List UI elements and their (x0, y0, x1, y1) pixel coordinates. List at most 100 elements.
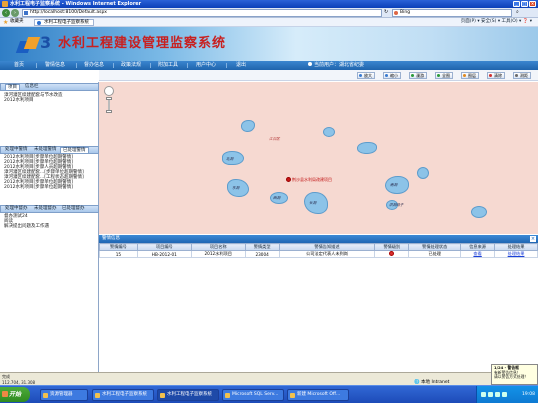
current-user-label: 当前用户：湖北省纪委 (314, 62, 365, 68)
tab-alerts-processing[interactable]: 处理中警情 (3, 147, 30, 153)
taskbar-item[interactable]: 新建 Microsoft Off... (287, 389, 349, 401)
refresh-icon[interactable]: ↻ (384, 9, 388, 15)
tray-icon[interactable] (502, 392, 507, 397)
map-zoom-control[interactable] (104, 86, 114, 114)
taskbar-item[interactable]: 水利工程电子监察系统 (92, 389, 154, 401)
result-link[interactable]: 处理结果 (508, 251, 525, 256)
pan-icon (411, 74, 414, 77)
view-source-link[interactable]: 查看 (473, 251, 481, 256)
table-row[interactable]: 15 HB-2012-01 2012水利项目 23004 公司法定代表人未到岗 … (99, 250, 538, 258)
menu-policies[interactable]: 政策法规 (121, 61, 141, 70)
full-extent-button[interactable]: 全图 (435, 72, 453, 79)
system-logo: 3 (15, 35, 54, 55)
start-button[interactable]: 开始 (0, 387, 30, 402)
clock: 19:08 (522, 392, 535, 397)
cell-source: 查看 (460, 250, 496, 258)
left-panel: 项目 信息栏 漳河灌区续建配套与节水改造 2012水利项目 处理中警情 未处理警… (0, 82, 99, 372)
zoom-out-label: 缩小 (390, 73, 398, 78)
column-header[interactable]: 处理结果 (494, 243, 538, 251)
clear-icon (489, 74, 492, 77)
notification-balloon[interactable]: 1/24 - 警告框 有新警告信息！ 请以警告方式处理！ (491, 364, 538, 385)
lake-shape (471, 206, 487, 218)
close-icon[interactable]: × (530, 236, 536, 242)
zoom-out-button[interactable]: 缩小 (383, 72, 401, 79)
back-icon[interactable]: ‹ (2, 9, 10, 17)
favorites-label[interactable]: 收藏夹 (10, 18, 24, 26)
map-label: 西湖 (273, 196, 281, 200)
alert-item[interactable]: 2012水利项目[步骤单位超期警情] (4, 185, 73, 190)
menu-alerts[interactable]: 警情信息 (45, 61, 65, 70)
minimize-button[interactable]: _ (513, 1, 520, 7)
taskbar-item[interactable]: 水利工程电子监察系统 (157, 389, 219, 401)
tab-info[interactable]: 信息栏 (23, 84, 41, 90)
column-header[interactable]: 信息来源 (460, 243, 496, 251)
search-icon[interactable]: ⌕ (516, 9, 519, 15)
zoom-plus-icon[interactable] (106, 97, 112, 100)
project-marker-icon[interactable] (286, 177, 291, 182)
lake-shape (417, 167, 429, 179)
layer-icon (463, 74, 466, 77)
tab-supervision-processed[interactable]: 已处理督办 (60, 206, 87, 212)
tab-ie-icon (37, 21, 41, 25)
address-input[interactable]: http://localhost:8100/Default.aspx (22, 9, 382, 17)
address-text: http://localhost:8100/Default.aspx (30, 10, 107, 15)
supervision-item[interactable]: 解决提出问题及工作遇 (4, 224, 49, 229)
menu-home[interactable]: 首页 (14, 61, 24, 70)
close-button[interactable]: × (529, 1, 536, 7)
favorites-star-icon[interactable]: ★ (3, 19, 8, 26)
taskbar-item-label: Microsoft SQL Serv... (232, 392, 279, 397)
layer-button[interactable]: 图层 (461, 72, 479, 79)
system-tray: 19:08 (476, 386, 538, 403)
column-header[interactable]: 警情级别 (374, 243, 410, 251)
tab-alerts-unprocessed[interactable]: 未处理警情 (32, 147, 59, 153)
alert-grid-title: 警情信息 × (99, 235, 538, 243)
column-header[interactable]: 警情类型 (244, 243, 280, 251)
map-label: 洪湖湾子 (389, 203, 404, 207)
zoom-minus-icon[interactable] (106, 110, 112, 113)
taskbar-item[interactable]: Microsoft SQL Serv... (222, 389, 284, 401)
taskbar-item[interactable]: 资源管理器 (40, 389, 88, 401)
tab-alerts-processed[interactable]: 已处理警情 (60, 147, 89, 153)
search-input[interactable]: Bing (392, 9, 512, 17)
measure-button[interactable]: 测距 (513, 72, 531, 79)
column-header[interactable]: 警情处理状态 (408, 243, 462, 251)
cell-result: 处理结果 (494, 250, 538, 258)
supervision-panel-header: 处理中督办 未处理督办 已处理督办 (0, 205, 99, 213)
ie-icon (2, 1, 8, 7)
map-label: 东湖 (232, 186, 240, 190)
tab-projects[interactable]: 项目 (5, 84, 20, 90)
forward-icon[interactable]: › (11, 9, 19, 17)
column-header[interactable]: 项目名称 (190, 243, 246, 251)
table-header-row: 警情编号 项目编号 项目名称 警情类型 警情告知描述 警情级别 警情处理状态 信… (99, 243, 538, 251)
menu-user-center[interactable]: 用户中心 (196, 61, 216, 70)
map-view[interactable]: 江汉区 北湖 东湖 西湖 长湖 南湖 洪湖湾子 荆沙县水利局改建项目 (99, 82, 538, 234)
map-label: 北湖 (226, 157, 234, 161)
menu-tools[interactable]: 附加工具 (158, 61, 178, 70)
pan-control-icon[interactable] (104, 86, 114, 96)
tab-supervision-unprocessed[interactable]: 未处理督办 (32, 206, 59, 212)
tray-icon[interactable] (488, 392, 493, 397)
current-user: 当前用户：湖北省纪委 (308, 61, 364, 70)
project-item[interactable]: 2012水利项目 (4, 98, 33, 103)
sql-icon (225, 393, 230, 398)
tray-icon[interactable] (481, 392, 486, 397)
map-label: 南湖 (390, 183, 398, 187)
browser-tab[interactable]: 水利工程电子监察系统 (34, 19, 94, 26)
column-header[interactable]: 警情告知描述 (278, 243, 376, 251)
clear-button[interactable]: 清除 (487, 72, 505, 79)
lake-shape (357, 142, 377, 154)
alert-panel-header: 处理中警情 未处理警情 已处理警情 (0, 146, 99, 154)
pan-button[interactable]: 漫游 (409, 72, 427, 79)
column-header[interactable]: 警情编号 (99, 243, 138, 251)
tab-supervision-processing[interactable]: 处理中督办 (3, 206, 30, 212)
menu-logout[interactable]: 退出 (236, 61, 246, 70)
tray-icon[interactable] (495, 392, 500, 397)
browser-tab-title: 水利工程电子监察系统 (44, 20, 89, 25)
zoom-in-button[interactable]: 放大 (357, 72, 375, 79)
maximize-button[interactable]: □ (521, 1, 528, 7)
command-bar[interactable]: 页面(P) ▾ 安全(S) ▾ 工具(O) ▾ ❓ ▾ (461, 18, 532, 26)
menu-supervision[interactable]: 督办信息 (84, 61, 104, 70)
project-marker-label[interactable]: 荆沙县水利局改建项目 (292, 177, 332, 183)
column-header[interactable]: 项目编号 (136, 243, 192, 251)
cell-id: 15 (99, 250, 138, 258)
